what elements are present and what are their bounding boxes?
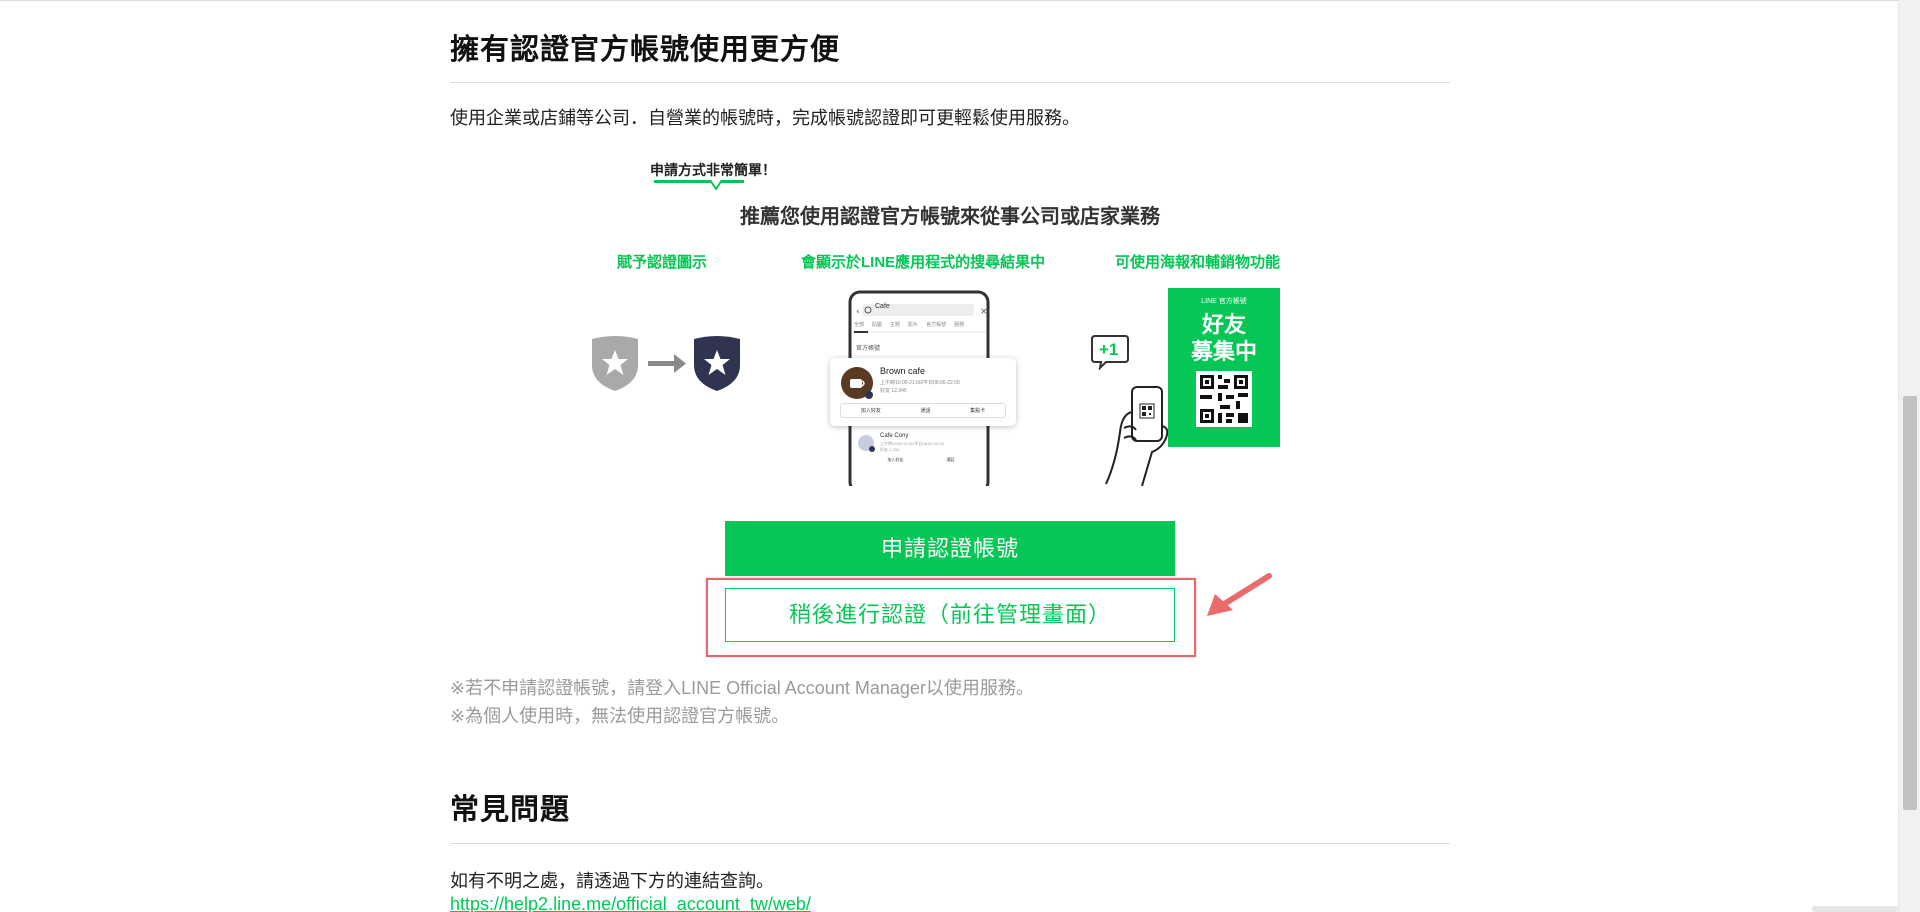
phone-search-text: Cafe <box>875 303 890 310</box>
phone-tab: 全部 <box>854 322 865 328</box>
feature-posters: 可使用海報和輔銷物功能 <box>1115 254 1281 271</box>
vertical-scrollbar[interactable] <box>1898 0 1920 912</box>
note-personal-use: ※為個人使用時，無法使用認證官方帳號。 <box>450 706 790 726</box>
shield-upgrade-graphic <box>592 336 740 391</box>
call-action: 通話 <box>920 408 931 414</box>
illustration-headline: 推薦您使用認證官方帳號來從事公司或店家業務 <box>740 206 1160 228</box>
result-detail: 上午時10:00-21:00/平日08:00-22:00 <box>880 380 960 386</box>
apply-verification-button[interactable]: 申請認證帳號 <box>725 521 1175 576</box>
note-no-verification: ※若不申請認證帳號，請登入LINE Official Account Manag… <box>450 678 1034 698</box>
result2-name: Cafe Cony <box>880 433 909 439</box>
phone-tab: 服務 <box>954 322 965 328</box>
page: 擁有認證官方帳號使用更方便 使用企業或店鋪等公司．自營業的帳號時，完成帳號認證即… <box>0 0 1920 912</box>
feature-search-results: 會顯示於LINE應用程式的搜尋結果中 <box>801 254 1046 271</box>
point-card-action: 集點卡 <box>970 408 986 414</box>
phone-tab: 官方帳號 <box>926 322 947 328</box>
bubble-tail-icon <box>710 180 722 190</box>
result-actions: 加入好友 通話 集點卡 <box>840 403 1006 418</box>
phone-tab: 影片 <box>908 322 919 328</box>
friend-poster: LINE 官方帳號 好友 募集中 <box>1168 288 1280 447</box>
result-friends: 好友 12,345 <box>880 388 907 394</box>
top-divider <box>0 0 1898 1</box>
phone-section-label: 官方帳號 <box>856 346 881 352</box>
faq-description: 如有不明之處，請透過下方的連結查詢。 <box>450 871 774 891</box>
result2-actions: 加入好友 通話 <box>866 457 976 463</box>
section-description: 使用企業或店鋪等公司．自營業的帳號時，完成帳號認證即可更輕鬆使用服務。 <box>450 108 1080 128</box>
phone-tab: 主題 <box>890 322 901 328</box>
section-title: 擁有認證官方帳號使用更方便 <box>450 34 841 66</box>
verified-shield-icon <box>694 336 740 391</box>
bubble-underline <box>654 180 744 183</box>
cafe-cony-avatar-icon <box>858 435 875 452</box>
svg-text:‹: ‹ <box>856 307 860 317</box>
add-friend-action: 加入好友 <box>860 408 881 414</box>
pointer-arrow-icon <box>1207 573 1272 616</box>
verification-illustration: 申請方式非常簡單！ 推薦您使用認證官方帳號來從事公司或店家業務 賦予認證圖示 會… <box>580 150 1300 494</box>
call-action: 通話 <box>946 457 955 462</box>
phone-tabs: 全部 貼圖 主題 影片 官方帳號 服務 <box>854 321 964 328</box>
arrow-right-icon <box>648 354 686 373</box>
svg-text:×: × <box>980 307 988 317</box>
faq-help-link[interactable]: https://help2.line.me/official_account_t… <box>450 894 811 912</box>
faq-divider <box>450 843 1450 844</box>
feature-verified-badge: 賦予認證圖示 <box>617 254 708 271</box>
gray-shield-icon <box>592 336 638 391</box>
result-name: Brown cafe <box>880 366 926 376</box>
cafe-avatar-icon <box>841 367 873 399</box>
phone-tab: 貼圖 <box>872 322 883 328</box>
qr-code-icon <box>1196 371 1252 427</box>
poster-line2: 募集中 <box>1190 339 1257 364</box>
phone-search-mockup: ‹ × Cafe 全部 貼圖 主題 影片 官方帳號 服務 官方帳號 Brown … <box>830 290 1020 494</box>
section-divider <box>450 82 1450 83</box>
bottom-scroll-handle <box>1812 906 1898 912</box>
search-result-card: Brown cafe 上午時10:00-21:00/平日08:00-22:00 … <box>830 358 1016 426</box>
scrollbar-thumb[interactable] <box>1903 396 1917 810</box>
poster-header: LINE 官方帳號 <box>1201 298 1247 305</box>
add-friend-action: 加入好友 <box>887 457 904 462</box>
faq-title: 常見問題 <box>450 794 571 826</box>
verify-later-button[interactable]: 稍後進行認證（前往管理畫面） <box>725 588 1175 642</box>
result2-friends: 好友 1,234 <box>880 447 900 452</box>
plus-one-label: +1 <box>1099 340 1119 359</box>
illustration-bubble-text: 申請方式非常簡單！ <box>650 162 776 178</box>
